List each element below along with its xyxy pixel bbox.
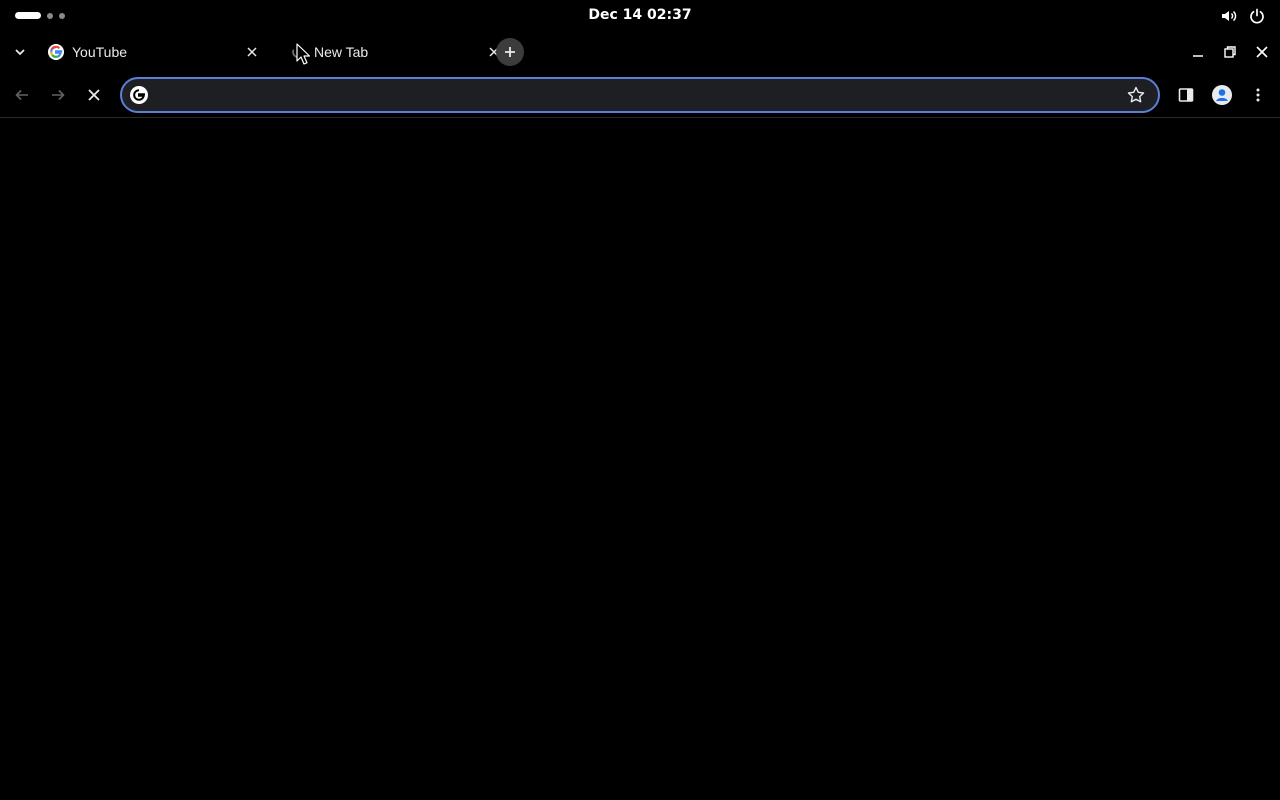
tab-strip: YouTube New Tab <box>0 32 1280 72</box>
back-button[interactable] <box>8 81 36 109</box>
tab-new-tab[interactable]: New Tab <box>280 36 510 68</box>
stop-loading-button[interactable] <box>80 81 108 109</box>
avatar-icon <box>1212 85 1232 105</box>
minimize-icon <box>1193 55 1203 57</box>
power-icon[interactable] <box>1248 7 1266 25</box>
forward-button[interactable] <box>44 81 72 109</box>
address-bar[interactable] <box>120 77 1160 113</box>
side-panel-button[interactable] <box>1172 81 1200 109</box>
more-vert-icon <box>1256 88 1260 102</box>
close-icon <box>88 89 100 101</box>
close-icon[interactable] <box>242 42 262 62</box>
close-icon <box>1256 46 1268 58</box>
new-tab-button[interactable] <box>496 38 524 66</box>
chrome-menu-button[interactable] <box>1244 81 1272 109</box>
restore-icon <box>1224 46 1236 58</box>
plus-icon <box>505 47 515 57</box>
side-panel-icon <box>1178 88 1194 102</box>
volume-icon[interactable] <box>1220 7 1238 25</box>
tab-search-button[interactable] <box>8 40 32 64</box>
page-content <box>0 119 1280 800</box>
tab-youtube[interactable]: YouTube <box>38 36 268 68</box>
profile-button[interactable] <box>1208 81 1236 109</box>
minimize-button[interactable] <box>1186 40 1210 64</box>
tab-title: YouTube <box>72 44 128 60</box>
chevron-down-icon <box>15 49 25 56</box>
address-input[interactable] <box>158 83 1126 107</box>
mouse-cursor-icon <box>296 43 310 65</box>
bookmark-star-icon[interactable] <box>1126 85 1146 105</box>
system-top-bar: Dec 14 02:37 <box>0 0 1280 32</box>
arrow-left-icon <box>15 89 28 101</box>
browser-toolbar <box>0 72 1280 118</box>
close-window-button[interactable] <box>1250 40 1274 64</box>
google-g-icon <box>48 44 64 60</box>
system-clock[interactable]: Dec 14 02:37 <box>0 7 1280 23</box>
tab-title: New Tab <box>314 44 369 60</box>
restore-button[interactable] <box>1218 40 1242 64</box>
google-g-icon <box>130 86 148 104</box>
arrow-right-icon <box>52 89 65 101</box>
